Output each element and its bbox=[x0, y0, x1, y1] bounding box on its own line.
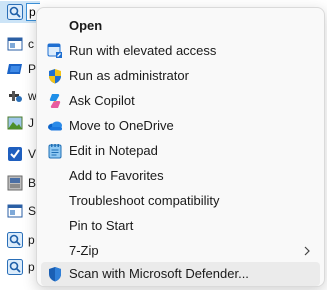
onedrive-cloud-icon bbox=[47, 118, 63, 134]
menu-item-label: Ask Copilot bbox=[69, 93, 135, 108]
menu-item-troubleshoot[interactable]: Troubleshoot compatibility bbox=[41, 189, 320, 213]
window-file-icon bbox=[7, 203, 23, 219]
file-item-selected[interactable]: p bbox=[0, 1, 40, 23]
elevated-access-icon bbox=[47, 43, 63, 59]
file-item[interactable]: S bbox=[0, 200, 40, 222]
file-name: P bbox=[28, 62, 37, 76]
file-name: p bbox=[28, 260, 35, 274]
menu-item-label: Move to OneDrive bbox=[69, 118, 174, 133]
window-file-icon bbox=[7, 36, 23, 52]
file-name: S bbox=[28, 204, 37, 218]
menu-item-ask-copilot[interactable]: Ask Copilot bbox=[41, 89, 320, 113]
tools-file-icon bbox=[7, 88, 23, 104]
menu-item-7zip[interactable]: 7-Zip bbox=[41, 239, 320, 263]
menu-item-label: Add to Favorites bbox=[69, 168, 164, 183]
search-file-icon bbox=[7, 4, 23, 20]
file-item[interactable]: p bbox=[0, 229, 40, 251]
menu-item-pin-start[interactable]: Pin to Start bbox=[41, 214, 320, 238]
chevron-right-icon bbox=[302, 244, 312, 258]
file-name: J bbox=[28, 116, 34, 130]
file-name: B bbox=[28, 176, 37, 190]
copilot-icon bbox=[47, 93, 63, 109]
file-item[interactable]: w bbox=[0, 85, 40, 107]
checkbox-file-icon bbox=[7, 146, 23, 162]
file-item[interactable]: p bbox=[0, 256, 40, 278]
file-item[interactable]: B bbox=[0, 172, 40, 194]
menu-item-open[interactable]: Open bbox=[41, 14, 320, 38]
menu-item-label: Run as administrator bbox=[69, 68, 189, 83]
search-file-icon bbox=[7, 259, 23, 275]
menu-item-label: 7-Zip bbox=[69, 243, 99, 258]
file-item[interactable]: c bbox=[0, 33, 40, 55]
menu-item-label: Pin to Start bbox=[69, 218, 134, 233]
file-item[interactable]: P bbox=[0, 58, 40, 80]
menu-item-label: Open bbox=[69, 18, 103, 33]
file-list: p c P w J V B S p p bbox=[0, 0, 40, 290]
archive-file-icon bbox=[7, 175, 23, 191]
file-name: V bbox=[28, 147, 37, 161]
menu-item-label: Run with elevated access bbox=[69, 43, 217, 58]
menu-item-run-as-admin[interactable]: Run as administrator bbox=[41, 64, 320, 88]
file-name: c bbox=[28, 37, 34, 51]
file-item[interactable]: J bbox=[0, 112, 40, 134]
notepad-icon bbox=[47, 143, 63, 159]
file-item[interactable]: V bbox=[0, 143, 40, 165]
shortcut-file-icon bbox=[7, 61, 23, 77]
menu-item-move-onedrive[interactable]: Move to OneDrive bbox=[41, 114, 320, 138]
menu-item-scan-defender[interactable]: Scan with Microsoft Defender... bbox=[41, 262, 320, 286]
menu-item-label: Scan with Microsoft Defender... bbox=[69, 266, 249, 281]
menu-item-label: Troubleshoot compatibility bbox=[69, 193, 220, 208]
uac-shield-icon bbox=[47, 68, 63, 84]
menu-item-add-favorites[interactable]: Add to Favorites bbox=[41, 164, 320, 188]
menu-item-run-elevated[interactable]: Run with elevated access bbox=[41, 39, 320, 63]
menu-item-label: Edit in Notepad bbox=[69, 143, 158, 158]
search-file-icon bbox=[7, 232, 23, 248]
menu-item-edit-notepad[interactable]: Edit in Notepad bbox=[41, 139, 320, 163]
image-file-icon bbox=[7, 115, 23, 131]
defender-shield-icon bbox=[47, 266, 63, 282]
context-menu: Open Run with elevated access Run as adm… bbox=[36, 7, 325, 287]
file-name: p bbox=[28, 233, 35, 247]
